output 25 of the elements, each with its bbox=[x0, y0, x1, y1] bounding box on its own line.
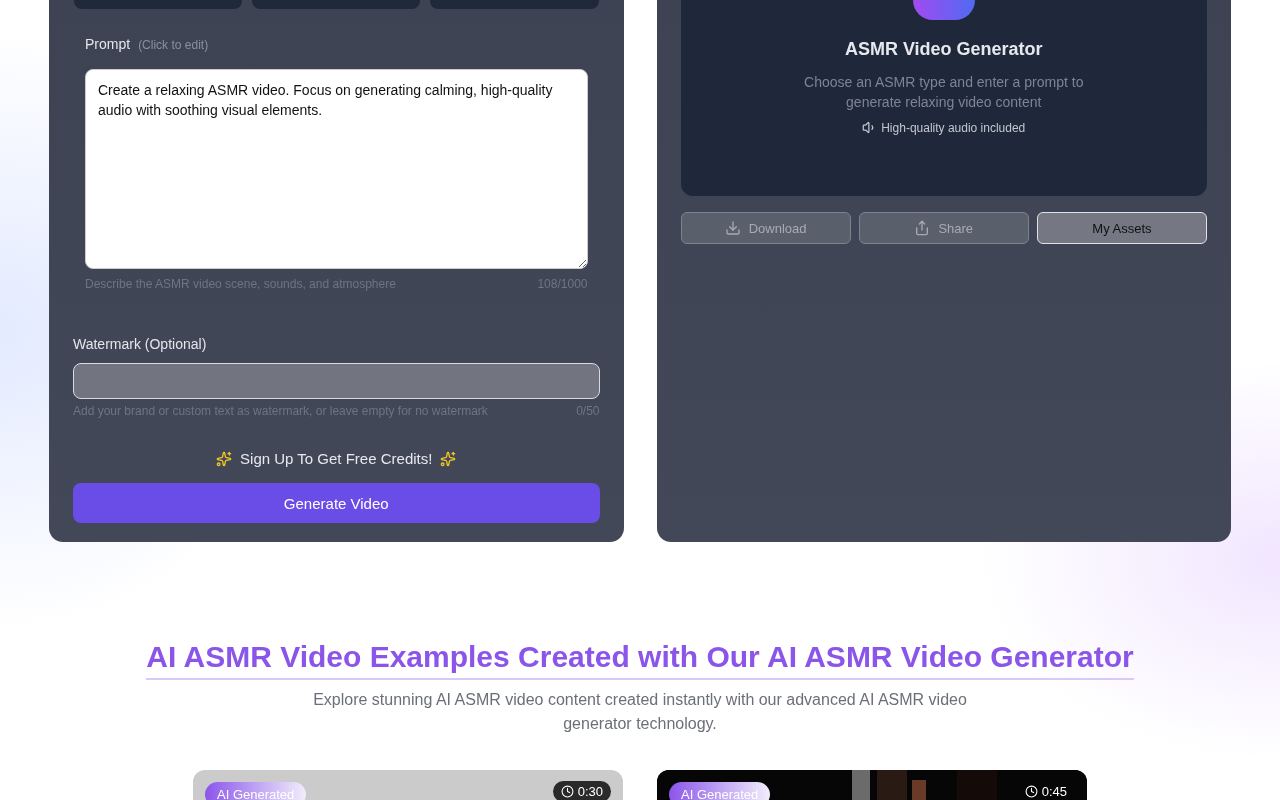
preview-description: Choose an ASMR type and enter a prompt to generate relaxing video content bbox=[803, 73, 1085, 112]
section-title: AI ASMR Video Examples Created with Our AI ASMR Video Generator bbox=[146, 640, 1134, 680]
promo-text: Sign Up To Get Free Credits! bbox=[240, 450, 433, 467]
logo-icon bbox=[912, 0, 975, 20]
audio-note: High-quality audio included bbox=[881, 120, 1026, 135]
watermark-field[interactable] bbox=[73, 363, 600, 399]
duration-badge: 0:30 bbox=[552, 781, 611, 800]
edit-hint: (Click to edit) bbox=[138, 38, 209, 52]
preview-title: ASMR Video Generator bbox=[844, 39, 1043, 60]
clock-icon bbox=[1024, 785, 1038, 798]
type-option[interactable] bbox=[430, 0, 599, 9]
sparkle-icon bbox=[216, 450, 233, 467]
action-button[interactable]: My Assets bbox=[1036, 212, 1207, 244]
type-option[interactable] bbox=[74, 0, 243, 9]
share-icon bbox=[914, 220, 931, 236]
download-icon bbox=[724, 220, 741, 236]
watermark-label: Watermark (Optional) bbox=[73, 336, 207, 352]
prompt-label: Prompt bbox=[85, 36, 131, 52]
clock-icon bbox=[560, 785, 574, 798]
sparkle-icon bbox=[440, 450, 457, 467]
generate-button[interactable]: Generate Video bbox=[73, 483, 600, 523]
video-duration: 0:45 bbox=[1016, 781, 1075, 800]
section-subtitle: Explore stunning AI ASMR video content created instantly with our advanced AI ASMR video generator technology. bbox=[312, 690, 968, 734]
prompt-field[interactable]: Create a relaxing ASMR video. Focus on generating calming, high-quality audio with soothing visual elements. bbox=[85, 69, 588, 269]
type-option[interactable] bbox=[252, 0, 421, 9]
